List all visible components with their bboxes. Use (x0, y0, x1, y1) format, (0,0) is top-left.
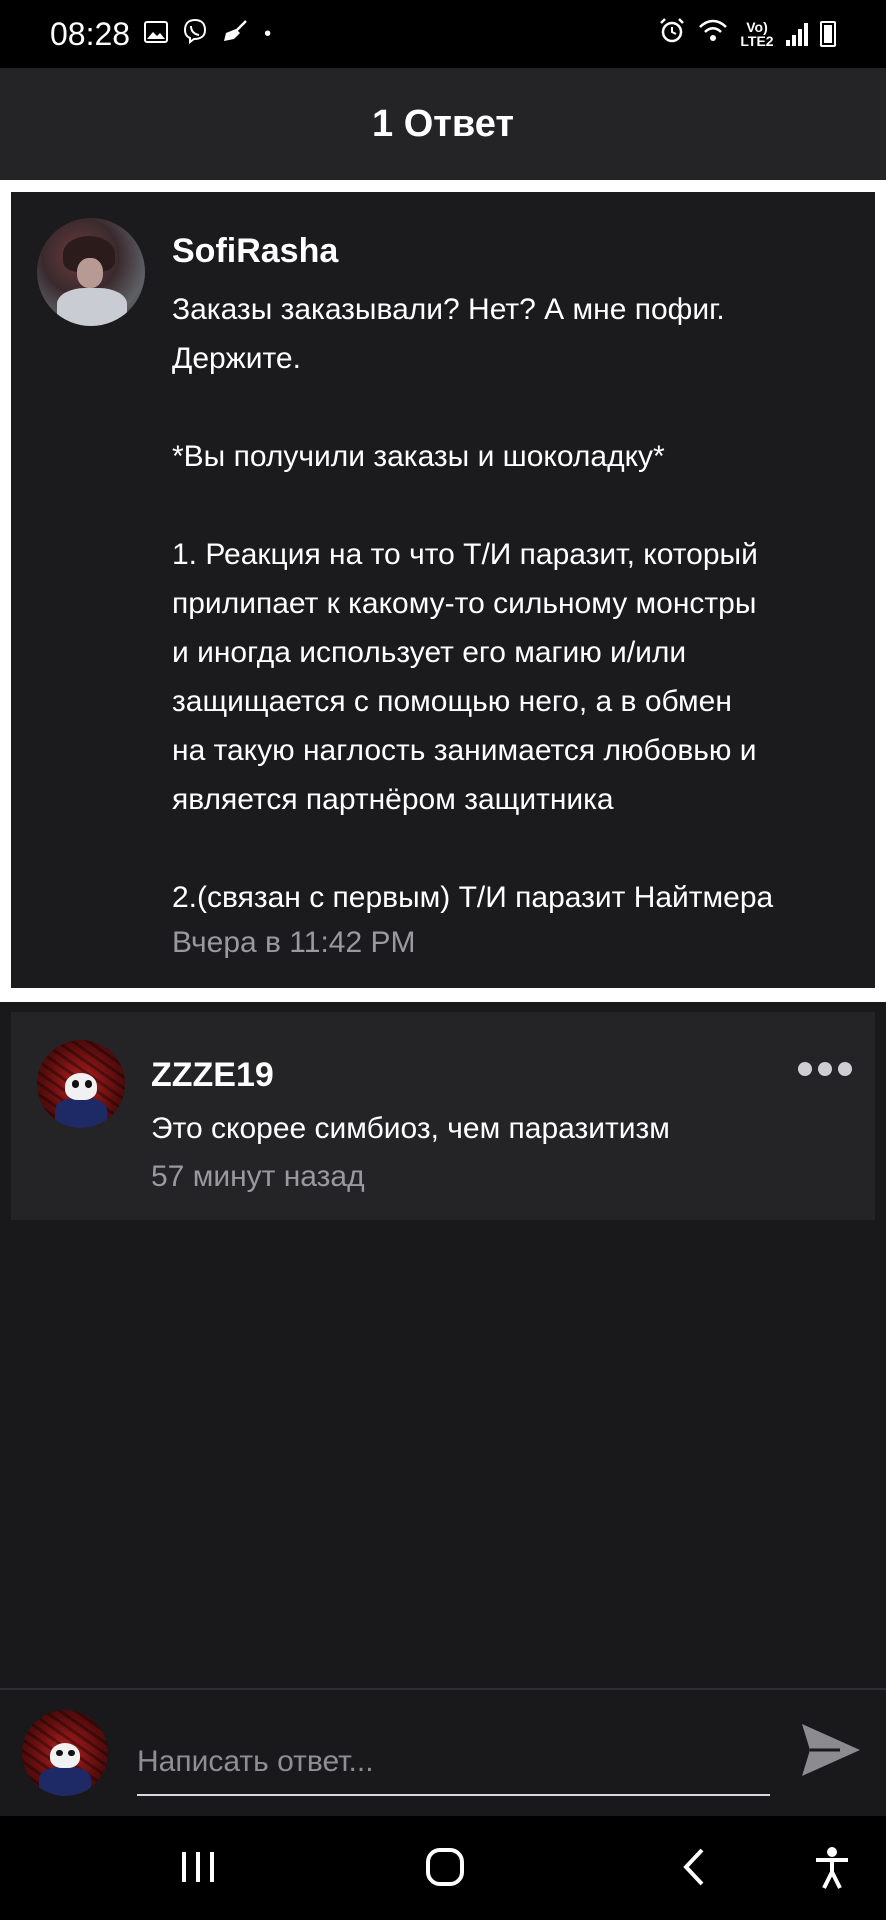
home-icon[interactable] (424, 1846, 466, 1893)
post-line: прилипает к какому-то сильному монстры (172, 587, 757, 620)
post-author[interactable]: SofiRasha (172, 232, 338, 271)
post-timestamp: Вчера в 11:42 PM (172, 926, 416, 959)
reply-timestamp: 57 минут назад (151, 1160, 365, 1193)
avatar-zzze19[interactable] (37, 1040, 125, 1128)
network-label: Vo) LTE2 (740, 19, 774, 49)
broom-icon (222, 19, 250, 50)
post-line: является партнёром защитника (172, 783, 614, 816)
current-user-avatar (22, 1710, 108, 1796)
post-line: на такую наглость занимается любовью и (172, 734, 757, 767)
viber-icon (182, 18, 208, 51)
reply-author[interactable]: ZZZE19 (151, 1056, 274, 1095)
reply-text: Это скорее симбиоз, чем паразитизм (151, 1112, 670, 1145)
post-line: защищается с помощью него, а в обмен (172, 685, 732, 718)
recents-icon[interactable] (178, 1846, 218, 1891)
post-line: 2.(связан с первым) Т/И паразит Найтмера (172, 881, 774, 914)
post-line: и иногда использует его магию и/или (172, 636, 687, 669)
post-line: Держите. (172, 342, 301, 375)
status-time: 08:28 (50, 15, 131, 52)
signal-icon (786, 22, 808, 46)
wifi-icon (698, 19, 728, 50)
post-body: Заказы заказывали? Нет? А мне пофиг. Дер… (172, 285, 872, 922)
reply-input[interactable] (137, 1730, 770, 1796)
page-header: 1 Ответ (0, 68, 886, 180)
notification-dot: • (264, 22, 272, 45)
post-line: 1. Реакция на то что Т/И паразит, которы… (172, 538, 758, 571)
status-bar: 08:28 • Vo) LTE2 (0, 0, 886, 68)
battery-icon (820, 21, 836, 47)
page-title: 1 Ответ (372, 102, 514, 145)
post-line: Заказы заказывали? Нет? А мне пофиг. (172, 293, 725, 326)
image-icon (144, 19, 169, 50)
send-icon[interactable] (800, 1722, 862, 1778)
more-dots-icon[interactable] (798, 1062, 852, 1076)
post-line: *Вы получили заказы и шоколадку* (172, 440, 665, 473)
accessibility-icon[interactable] (812, 1846, 852, 1895)
avatar-sofirasha[interactable] (37, 218, 145, 326)
alarm-icon (658, 17, 686, 52)
back-icon[interactable] (678, 1846, 708, 1893)
